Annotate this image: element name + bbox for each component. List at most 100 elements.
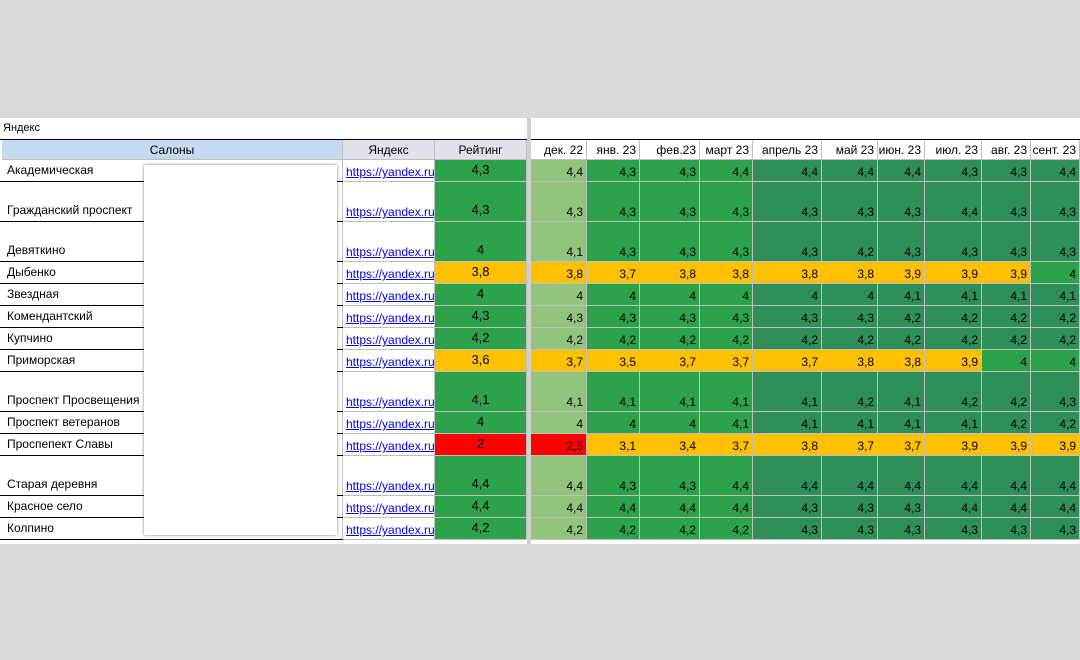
month-rating-cell[interactable]: 3,7 bbox=[640, 350, 700, 372]
month-rating-cell[interactable]: 4,3 bbox=[753, 496, 822, 518]
month-rating-cell[interactable]: 4,1 bbox=[753, 372, 822, 412]
month-rating-cell[interactable]: 4 bbox=[982, 350, 1031, 372]
month-rating-cell[interactable]: 4,3 bbox=[878, 518, 925, 540]
rating-cell[interactable]: 4,3 bbox=[435, 306, 527, 328]
month-rating-cell[interactable]: 4,3 bbox=[700, 306, 753, 328]
month-rating-cell[interactable]: 4,1 bbox=[587, 372, 640, 412]
month-rating-cell[interactable]: 4,3 bbox=[640, 222, 700, 262]
month-rating-cell[interactable]: 4,3 bbox=[1031, 372, 1080, 412]
month-rating-cell[interactable]: 4,4 bbox=[878, 160, 925, 182]
month-rating-cell[interactable]: 4,3 bbox=[822, 182, 878, 222]
yandex-link[interactable]: https://yandex.ru bbox=[343, 350, 435, 372]
month-rating-cell[interactable]: 4,3 bbox=[878, 496, 925, 518]
month-rating-cell[interactable]: 4,3 bbox=[587, 182, 640, 222]
month-rating-cell[interactable]: 3,4 bbox=[640, 434, 700, 456]
header-month[interactable]: июн. 23 bbox=[878, 140, 925, 160]
month-rating-cell[interactable]: 3,7 bbox=[822, 434, 878, 456]
month-rating-cell[interactable]: 4,3 bbox=[587, 222, 640, 262]
month-rating-cell[interactable]: 4,3 bbox=[640, 160, 700, 182]
month-rating-cell[interactable]: 4,3 bbox=[640, 182, 700, 222]
month-rating-cell[interactable]: 4,4 bbox=[700, 456, 753, 496]
month-rating-cell[interactable]: 4,3 bbox=[700, 182, 753, 222]
month-rating-cell[interactable]: 3,7 bbox=[700, 434, 753, 456]
month-rating-cell[interactable]: 4,2 bbox=[531, 328, 587, 350]
month-rating-cell[interactable]: 3,9 bbox=[925, 350, 982, 372]
month-rating-cell[interactable]: 4,1 bbox=[1031, 284, 1080, 306]
month-rating-cell[interactable]: 4,3 bbox=[640, 306, 700, 328]
month-rating-cell[interactable]: 4 bbox=[700, 284, 753, 306]
month-rating-cell[interactable]: 4,2 bbox=[878, 328, 925, 350]
month-rating-cell[interactable]: 4,4 bbox=[700, 496, 753, 518]
month-rating-cell[interactable]: 4,1 bbox=[531, 222, 587, 262]
month-rating-cell[interactable]: 4,4 bbox=[878, 456, 925, 496]
month-rating-cell[interactable]: 4,4 bbox=[587, 496, 640, 518]
month-rating-cell[interactable]: 4,3 bbox=[531, 306, 587, 328]
header-month[interactable]: июл. 23 bbox=[925, 140, 982, 160]
header-month[interactable]: дек. 22 bbox=[531, 140, 587, 160]
yandex-link[interactable]: https://yandex.ru bbox=[343, 262, 435, 284]
yandex-link[interactable]: https://yandex.ru bbox=[343, 456, 435, 496]
month-rating-cell[interactable]: 3,8 bbox=[753, 262, 822, 284]
month-rating-cell[interactable]: 4,2 bbox=[1031, 412, 1080, 434]
rating-cell[interactable]: 2 bbox=[435, 434, 527, 456]
month-rating-cell[interactable]: 3,1 bbox=[587, 434, 640, 456]
month-rating-cell[interactable]: 3,9 bbox=[1031, 434, 1080, 456]
month-rating-cell[interactable]: 3,7 bbox=[878, 434, 925, 456]
month-rating-cell[interactable]: 4 bbox=[1031, 262, 1080, 284]
month-rating-cell[interactable]: 4,3 bbox=[753, 306, 822, 328]
month-rating-cell[interactable]: 4,4 bbox=[531, 160, 587, 182]
month-rating-cell[interactable]: 4 bbox=[587, 284, 640, 306]
month-rating-cell[interactable]: 3,9 bbox=[982, 434, 1031, 456]
month-rating-cell[interactable]: 4,2 bbox=[925, 328, 982, 350]
month-rating-cell[interactable]: 4,3 bbox=[982, 182, 1031, 222]
month-rating-cell[interactable]: 4,4 bbox=[822, 160, 878, 182]
header-yandex[interactable]: Яндекс bbox=[343, 140, 435, 160]
month-rating-cell[interactable]: 4 bbox=[640, 284, 700, 306]
month-rating-cell[interactable]: 4,4 bbox=[753, 160, 822, 182]
month-rating-cell[interactable]: 4,4 bbox=[640, 496, 700, 518]
header-month[interactable]: сент. 23 bbox=[1031, 140, 1080, 160]
yandex-link[interactable]: https://yandex.ru bbox=[343, 372, 435, 412]
month-rating-cell[interactable]: 4,2 bbox=[982, 306, 1031, 328]
rating-cell[interactable]: 4,1 bbox=[435, 372, 527, 412]
rating-cell[interactable]: 4,3 bbox=[435, 160, 527, 182]
month-rating-cell[interactable]: 4,4 bbox=[925, 496, 982, 518]
month-rating-cell[interactable]: 4 bbox=[753, 284, 822, 306]
month-rating-cell[interactable]: 3,8 bbox=[822, 262, 878, 284]
month-rating-cell[interactable]: 4,3 bbox=[982, 160, 1031, 182]
month-rating-cell[interactable]: 4 bbox=[822, 284, 878, 306]
month-rating-cell[interactable]: 4,4 bbox=[700, 160, 753, 182]
month-rating-cell[interactable]: 4,2 bbox=[753, 328, 822, 350]
header-salons[interactable]: Салоны bbox=[2, 140, 343, 160]
yandex-link[interactable]: https://yandex.ru bbox=[343, 182, 435, 222]
month-rating-cell[interactable]: 4,4 bbox=[1031, 456, 1080, 496]
month-rating-cell[interactable]: 4 bbox=[587, 412, 640, 434]
month-rating-cell[interactable]: 3,8 bbox=[878, 350, 925, 372]
month-rating-cell[interactable]: 4 bbox=[640, 412, 700, 434]
yandex-link[interactable]: https://yandex.ru bbox=[343, 284, 435, 306]
month-rating-cell[interactable]: 4,2 bbox=[587, 328, 640, 350]
month-rating-cell[interactable]: 4,2 bbox=[982, 412, 1031, 434]
month-rating-cell[interactable]: 4,3 bbox=[587, 456, 640, 496]
month-rating-cell[interactable]: 4,3 bbox=[878, 182, 925, 222]
month-rating-cell[interactable]: 4,3 bbox=[925, 222, 982, 262]
month-rating-cell[interactable]: 4,1 bbox=[753, 412, 822, 434]
rating-cell[interactable]: 4,3 bbox=[435, 182, 527, 222]
month-rating-cell[interactable]: 3,8 bbox=[640, 262, 700, 284]
yandex-link[interactable]: https://yandex.ru bbox=[343, 412, 435, 434]
month-rating-cell[interactable]: 4,2 bbox=[982, 328, 1031, 350]
month-rating-cell[interactable]: 4,3 bbox=[1031, 518, 1080, 540]
month-rating-cell[interactable]: 4,3 bbox=[753, 182, 822, 222]
yandex-link[interactable]: https://yandex.ru bbox=[343, 518, 435, 540]
month-rating-cell[interactable]: 4,2 bbox=[587, 518, 640, 540]
month-rating-cell[interactable]: 3,8 bbox=[531, 262, 587, 284]
header-rating[interactable]: Рейтинг bbox=[435, 140, 527, 160]
header-month[interactable]: март 23 bbox=[700, 140, 753, 160]
month-rating-cell[interactable]: 4,2 bbox=[700, 518, 753, 540]
month-rating-cell[interactable]: 4,3 bbox=[822, 496, 878, 518]
month-rating-cell[interactable]: 4,3 bbox=[1031, 222, 1080, 262]
month-rating-cell[interactable]: 4,3 bbox=[822, 306, 878, 328]
month-rating-cell[interactable]: 4,1 bbox=[925, 284, 982, 306]
month-rating-cell[interactable]: 4,2 bbox=[878, 306, 925, 328]
rating-cell[interactable]: 4 bbox=[435, 412, 527, 434]
